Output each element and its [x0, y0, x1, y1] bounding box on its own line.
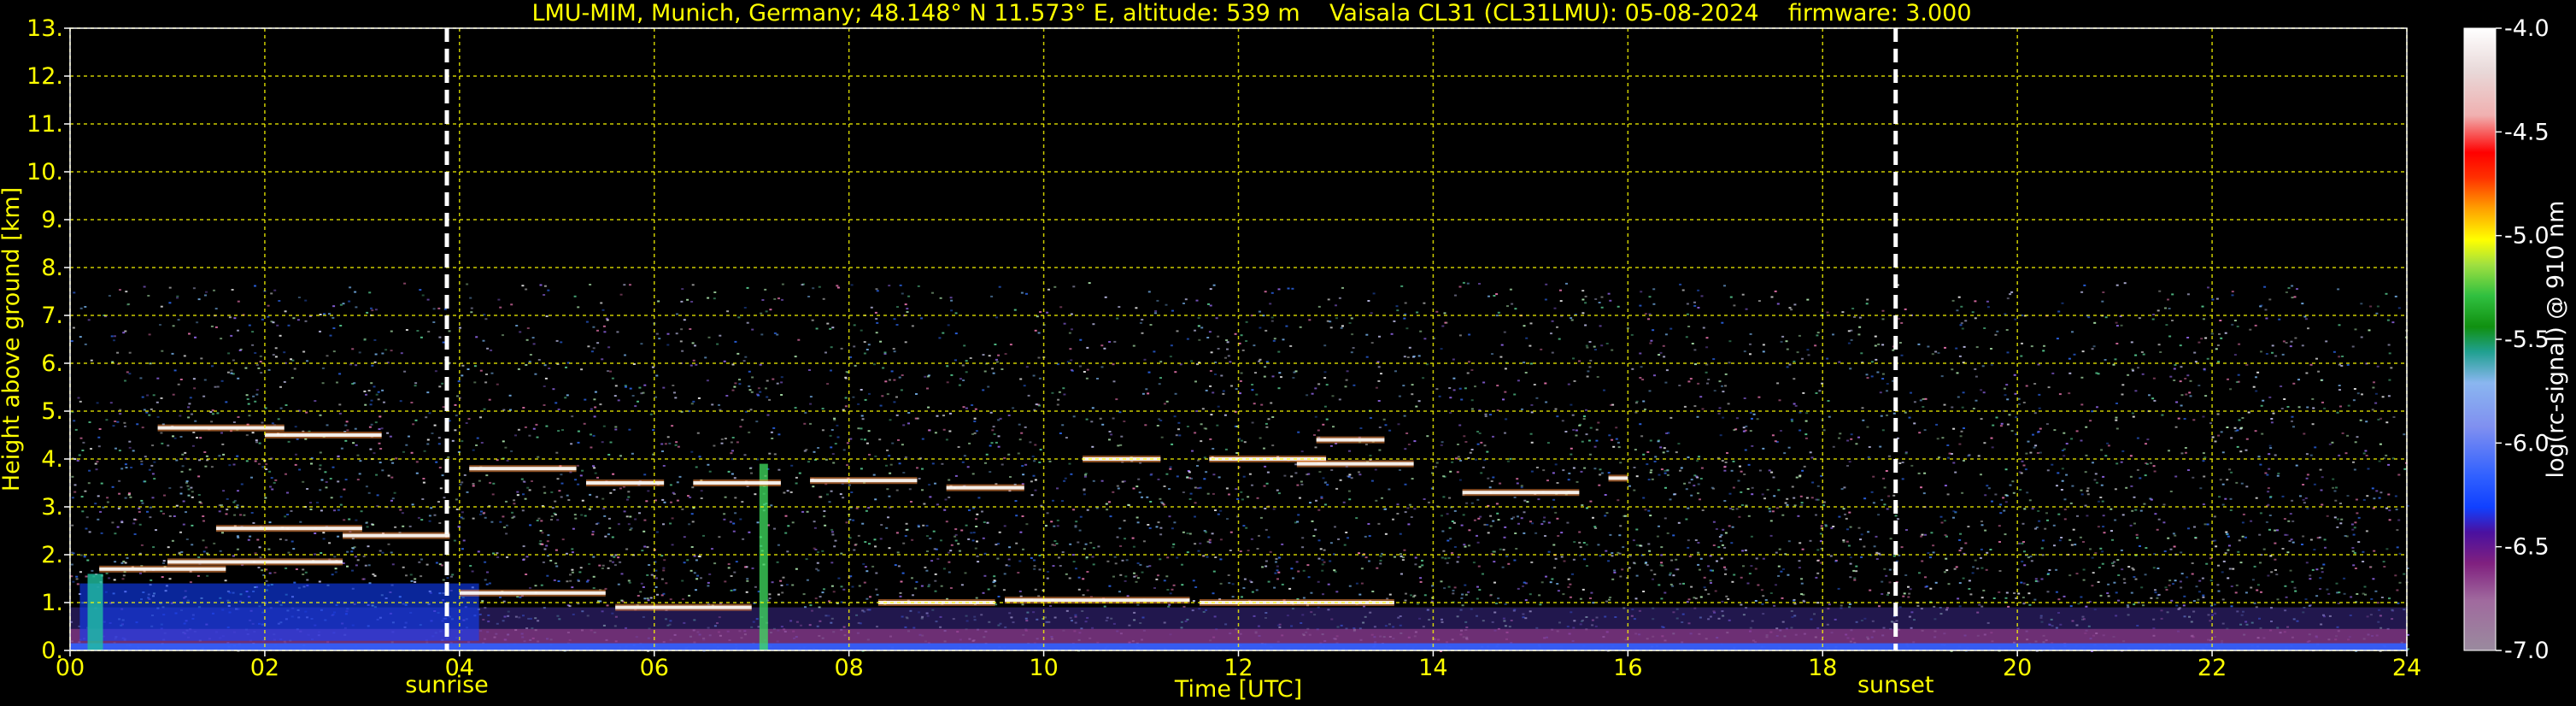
y-tick-label: 12.	[26, 63, 63, 90]
ceilometer-chart: sunrise sunset00 02 04 06 08 10 12 14 16 18 20 22 240…	[0, 15, 2569, 703]
x-axis-label: Time [UTC]	[1174, 676, 1302, 703]
y-axis-label: Height above ground [km]	[0, 187, 25, 491]
colorbar-gradient	[2463, 27, 2497, 651]
cloud-layer-core	[1296, 462, 1414, 466]
y-tick-label: 3.	[41, 494, 63, 521]
y-tick-label: 10.	[26, 159, 63, 185]
x-tick-label: 24	[2392, 655, 2421, 681]
cloud-layer-core	[343, 533, 450, 538]
x-tick-label: 06	[640, 655, 669, 681]
y-tick-label: 4.	[41, 446, 63, 473]
cloud-layer-core	[469, 467, 577, 471]
x-tick-label: 02	[250, 655, 279, 681]
cloud-layer-core	[1005, 598, 1190, 603]
y-tick-label: 7.	[41, 303, 63, 329]
x-tick-label: 10	[1029, 655, 1058, 681]
cloud-layer-core	[1316, 438, 1385, 442]
cloud-layer-core	[946, 485, 1024, 490]
colorbar-tick-label: -7.0	[2504, 638, 2550, 664]
cloud-layer-core	[215, 527, 362, 531]
colorbar-label: log(rc-signal) @ 910 nm	[2543, 201, 2569, 479]
plot-area	[70, 28, 2409, 652]
y-tick-label: 5.	[41, 398, 63, 425]
x-tick-label: 20	[2003, 655, 2032, 681]
x-tick-label: 16	[1613, 655, 1642, 681]
y-tick-label: 9.	[41, 207, 63, 233]
sunset-label: sunset	[1857, 672, 1934, 698]
y-tick-label: 6.	[41, 350, 63, 377]
cloud-layer-core	[264, 433, 382, 437]
y-tick-label: 8.	[41, 255, 63, 281]
cloud-layer-core	[99, 567, 226, 571]
colorbar-tick-label: -4.0	[2504, 15, 2550, 42]
cloud-layer-core	[167, 560, 343, 564]
cloud-layer-core	[1083, 457, 1161, 461]
cloud-layer-core	[693, 481, 781, 485]
cloud-layer-core	[1608, 476, 1628, 480]
cloud-layer-core	[585, 481, 665, 485]
x-tick-label: 04	[445, 655, 474, 681]
y-tick-label: 1.	[41, 590, 63, 616]
cloud-layer-core	[877, 601, 995, 604]
colorbar: -4.0-4.5-5.0-5.5-6.0-6.5-7.0log(rc-signa…	[2463, 15, 2569, 664]
y-tick-label: 11.	[26, 111, 63, 138]
x-tick-label: 22	[2198, 655, 2227, 681]
cloud-layer-core	[1462, 491, 1580, 495]
cloud-layer-core	[810, 479, 918, 483]
y-tick-label: 13.	[26, 15, 63, 42]
x-tick-label: 14	[1418, 655, 1447, 681]
y-tick-label: 0.	[41, 638, 63, 664]
cloud-layer-core	[615, 605, 752, 609]
x-tick-label: 08	[834, 655, 863, 681]
colorbar-tick-label: -4.5	[2504, 119, 2550, 145]
cloud-layer-core	[459, 591, 606, 595]
colorbar-tick-label: -6.5	[2504, 534, 2550, 561]
y-tick-label: 2.	[41, 542, 63, 568]
x-tick-label: 18	[1808, 655, 1837, 681]
